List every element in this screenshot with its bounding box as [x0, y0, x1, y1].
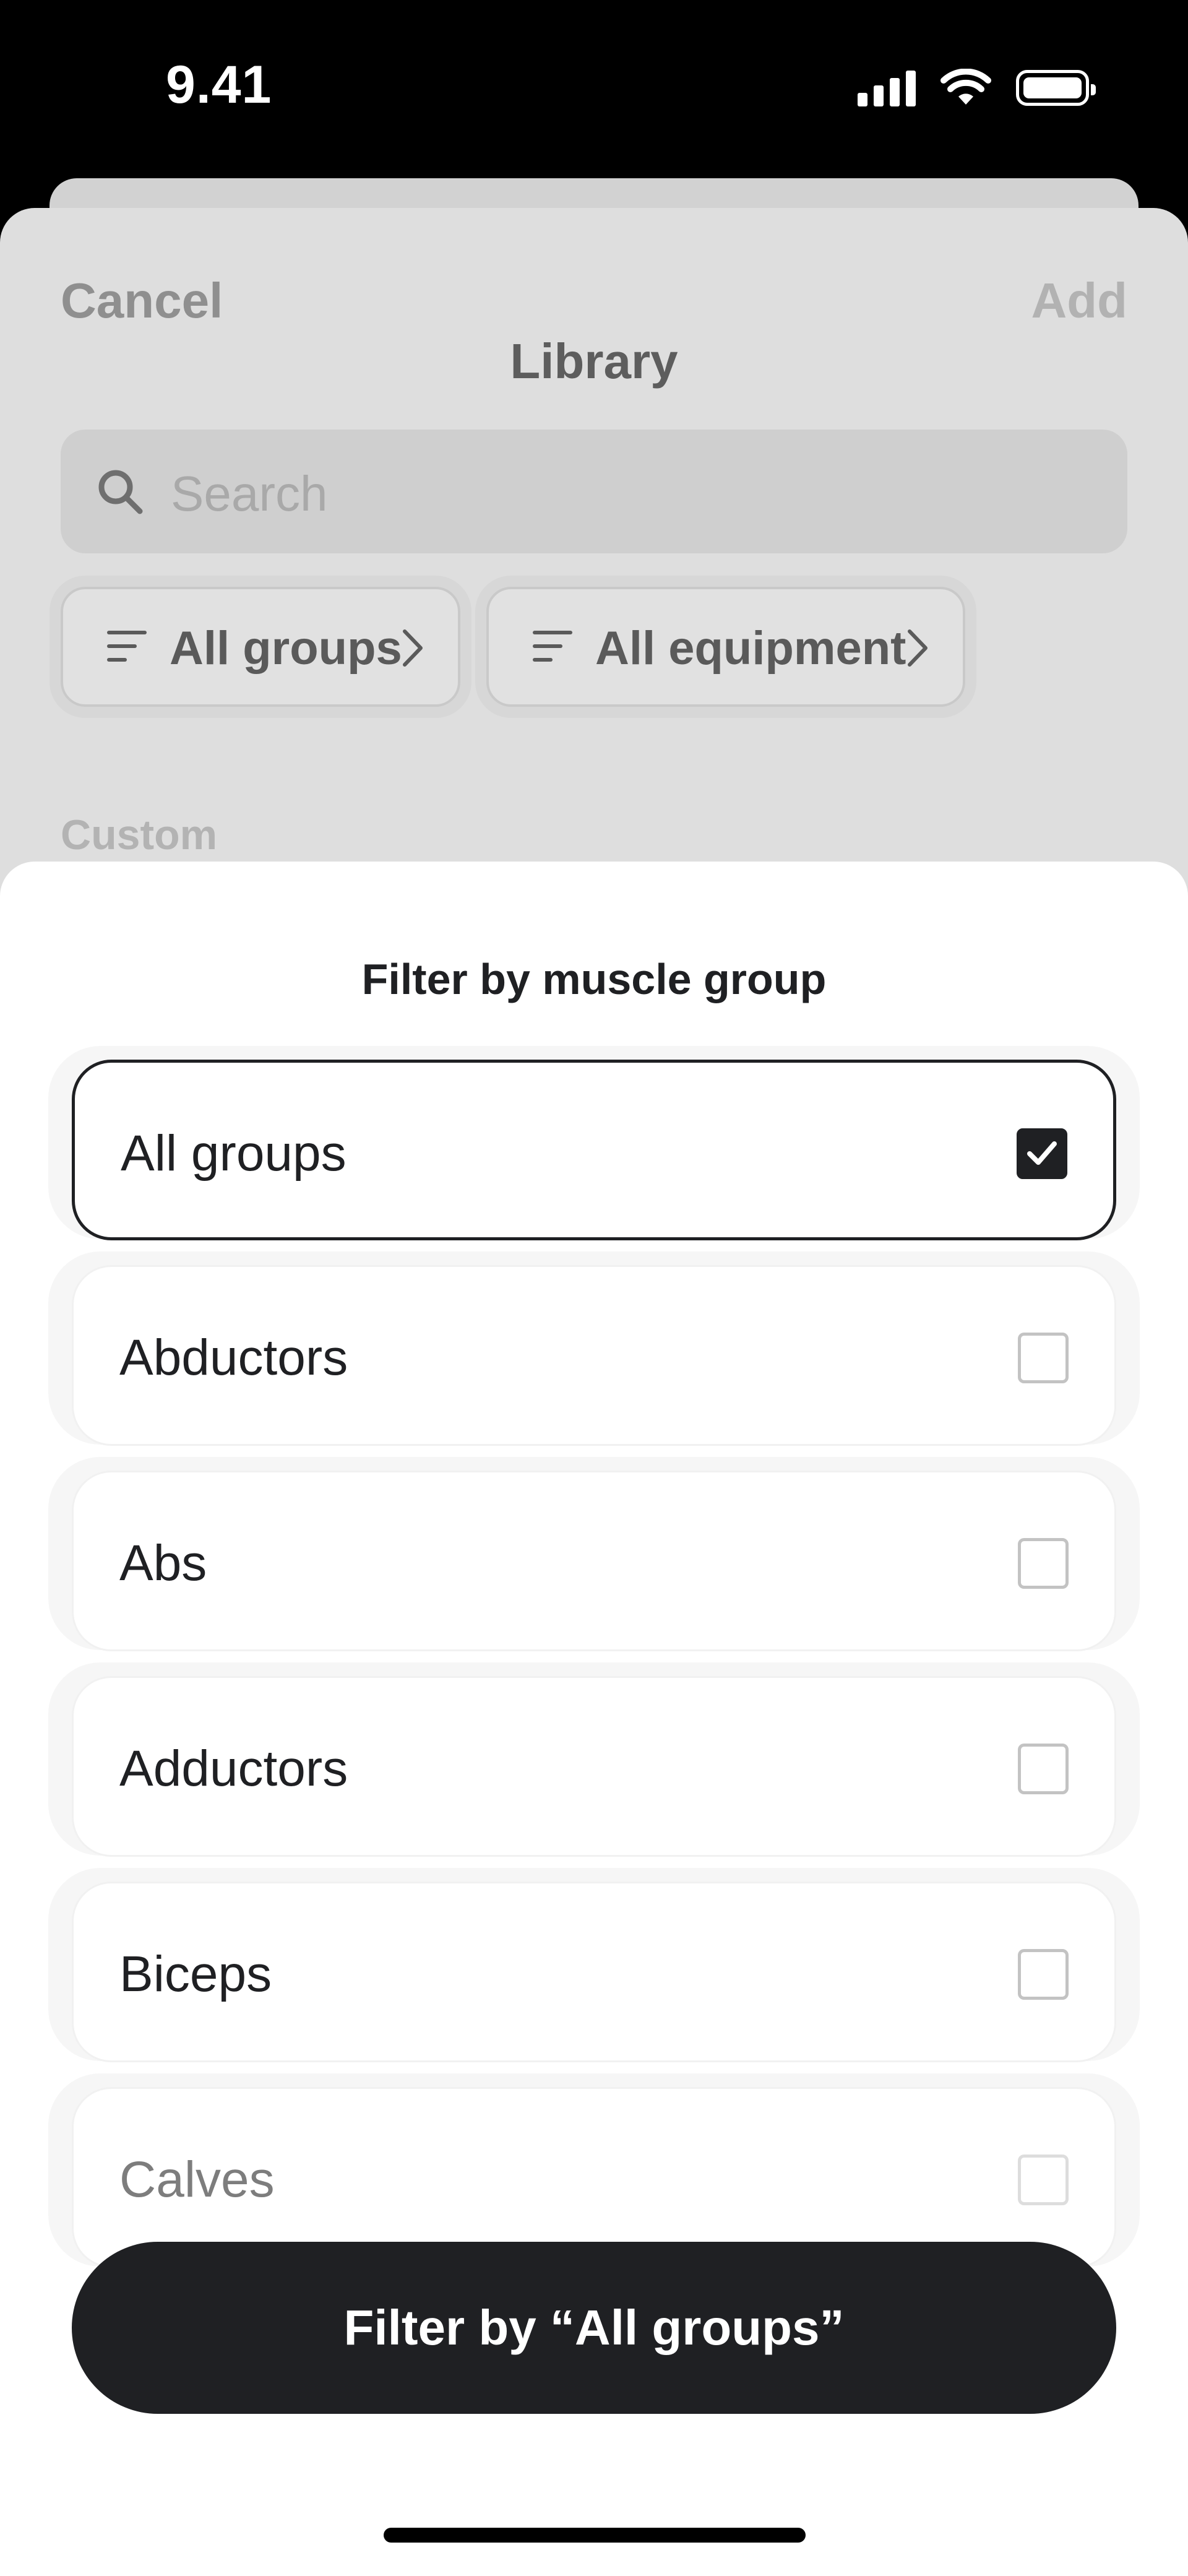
- filter-lines-icon: [107, 631, 147, 662]
- search-placeholder: Search: [171, 466, 328, 521]
- cancel-button[interactable]: Cancel: [61, 272, 223, 329]
- home-indicator[interactable]: [384, 2528, 806, 2543]
- option-biceps[interactable]: Biceps: [48, 1868, 1140, 2062]
- search-input[interactable]: Search: [61, 430, 1127, 553]
- wifi-icon: [940, 69, 991, 105]
- muscle-group-filter-chip[interactable]: All groups: [61, 587, 460, 707]
- option-card: Biceps: [72, 1882, 1116, 2062]
- equipment-filter-chip[interactable]: All equipment: [486, 587, 965, 707]
- option-adductors[interactable]: Adductors: [48, 1662, 1140, 1857]
- option-card: Abs: [72, 1471, 1116, 1651]
- filter-lines-icon: [533, 631, 572, 662]
- option-label: Abductors: [119, 1329, 348, 1386]
- checkbox[interactable]: [1017, 1128, 1067, 1179]
- option-label: Abs: [119, 1535, 207, 1591]
- option-abs[interactable]: Abs: [48, 1457, 1140, 1651]
- cellular-signal-icon: [858, 69, 916, 106]
- checkmark-icon: [1027, 1141, 1057, 1165]
- option-label: Calves: [119, 2151, 275, 2208]
- status-bar: 9.41: [0, 0, 1188, 173]
- chevron-right-icon: [403, 629, 423, 667]
- option-calves[interactable]: Calves: [48, 2073, 1140, 2268]
- checkbox[interactable]: [1018, 1538, 1069, 1589]
- status-icons: [858, 66, 1096, 110]
- search-icon: [98, 470, 143, 514]
- chevron-right-icon: [908, 629, 928, 667]
- option-card: Abductors: [72, 1265, 1116, 1446]
- option-label: Biceps: [119, 1946, 272, 2002]
- checkbox[interactable]: [1018, 1949, 1069, 2000]
- checkbox[interactable]: [1018, 1333, 1069, 1383]
- section-header-custom: Custom: [61, 811, 218, 858]
- apply-filter-label: Filter by “All groups”: [343, 2300, 845, 2355]
- muscle-group-filter-label: All groups: [170, 622, 402, 675]
- page-title: Library: [510, 334, 678, 389]
- option-card: Calves: [72, 2087, 1116, 2268]
- option-label: All groups: [121, 1125, 346, 1182]
- option-card: All groups: [72, 1060, 1116, 1240]
- checkbox[interactable]: [1018, 1744, 1069, 1794]
- muscle-group-options-list[interactable]: All groups Abductors Abs Adductors Bicep…: [48, 1046, 1140, 2278]
- option-all-groups[interactable]: All groups: [48, 1046, 1140, 1240]
- apply-filter-button[interactable]: Filter by “All groups”: [72, 2242, 1116, 2414]
- battery-icon: [1016, 70, 1096, 106]
- option-label: Adductors: [119, 1740, 348, 1797]
- add-button[interactable]: Add: [1031, 272, 1127, 329]
- option-abductors[interactable]: Abductors: [48, 1251, 1140, 1446]
- status-time: 9.41: [166, 55, 272, 115]
- equipment-filter-label: All equipment: [595, 622, 906, 675]
- checkbox[interactable]: [1018, 2155, 1069, 2205]
- option-card: Adductors: [72, 1676, 1116, 1857]
- sheet-title: Filter by muscle group: [361, 955, 827, 1003]
